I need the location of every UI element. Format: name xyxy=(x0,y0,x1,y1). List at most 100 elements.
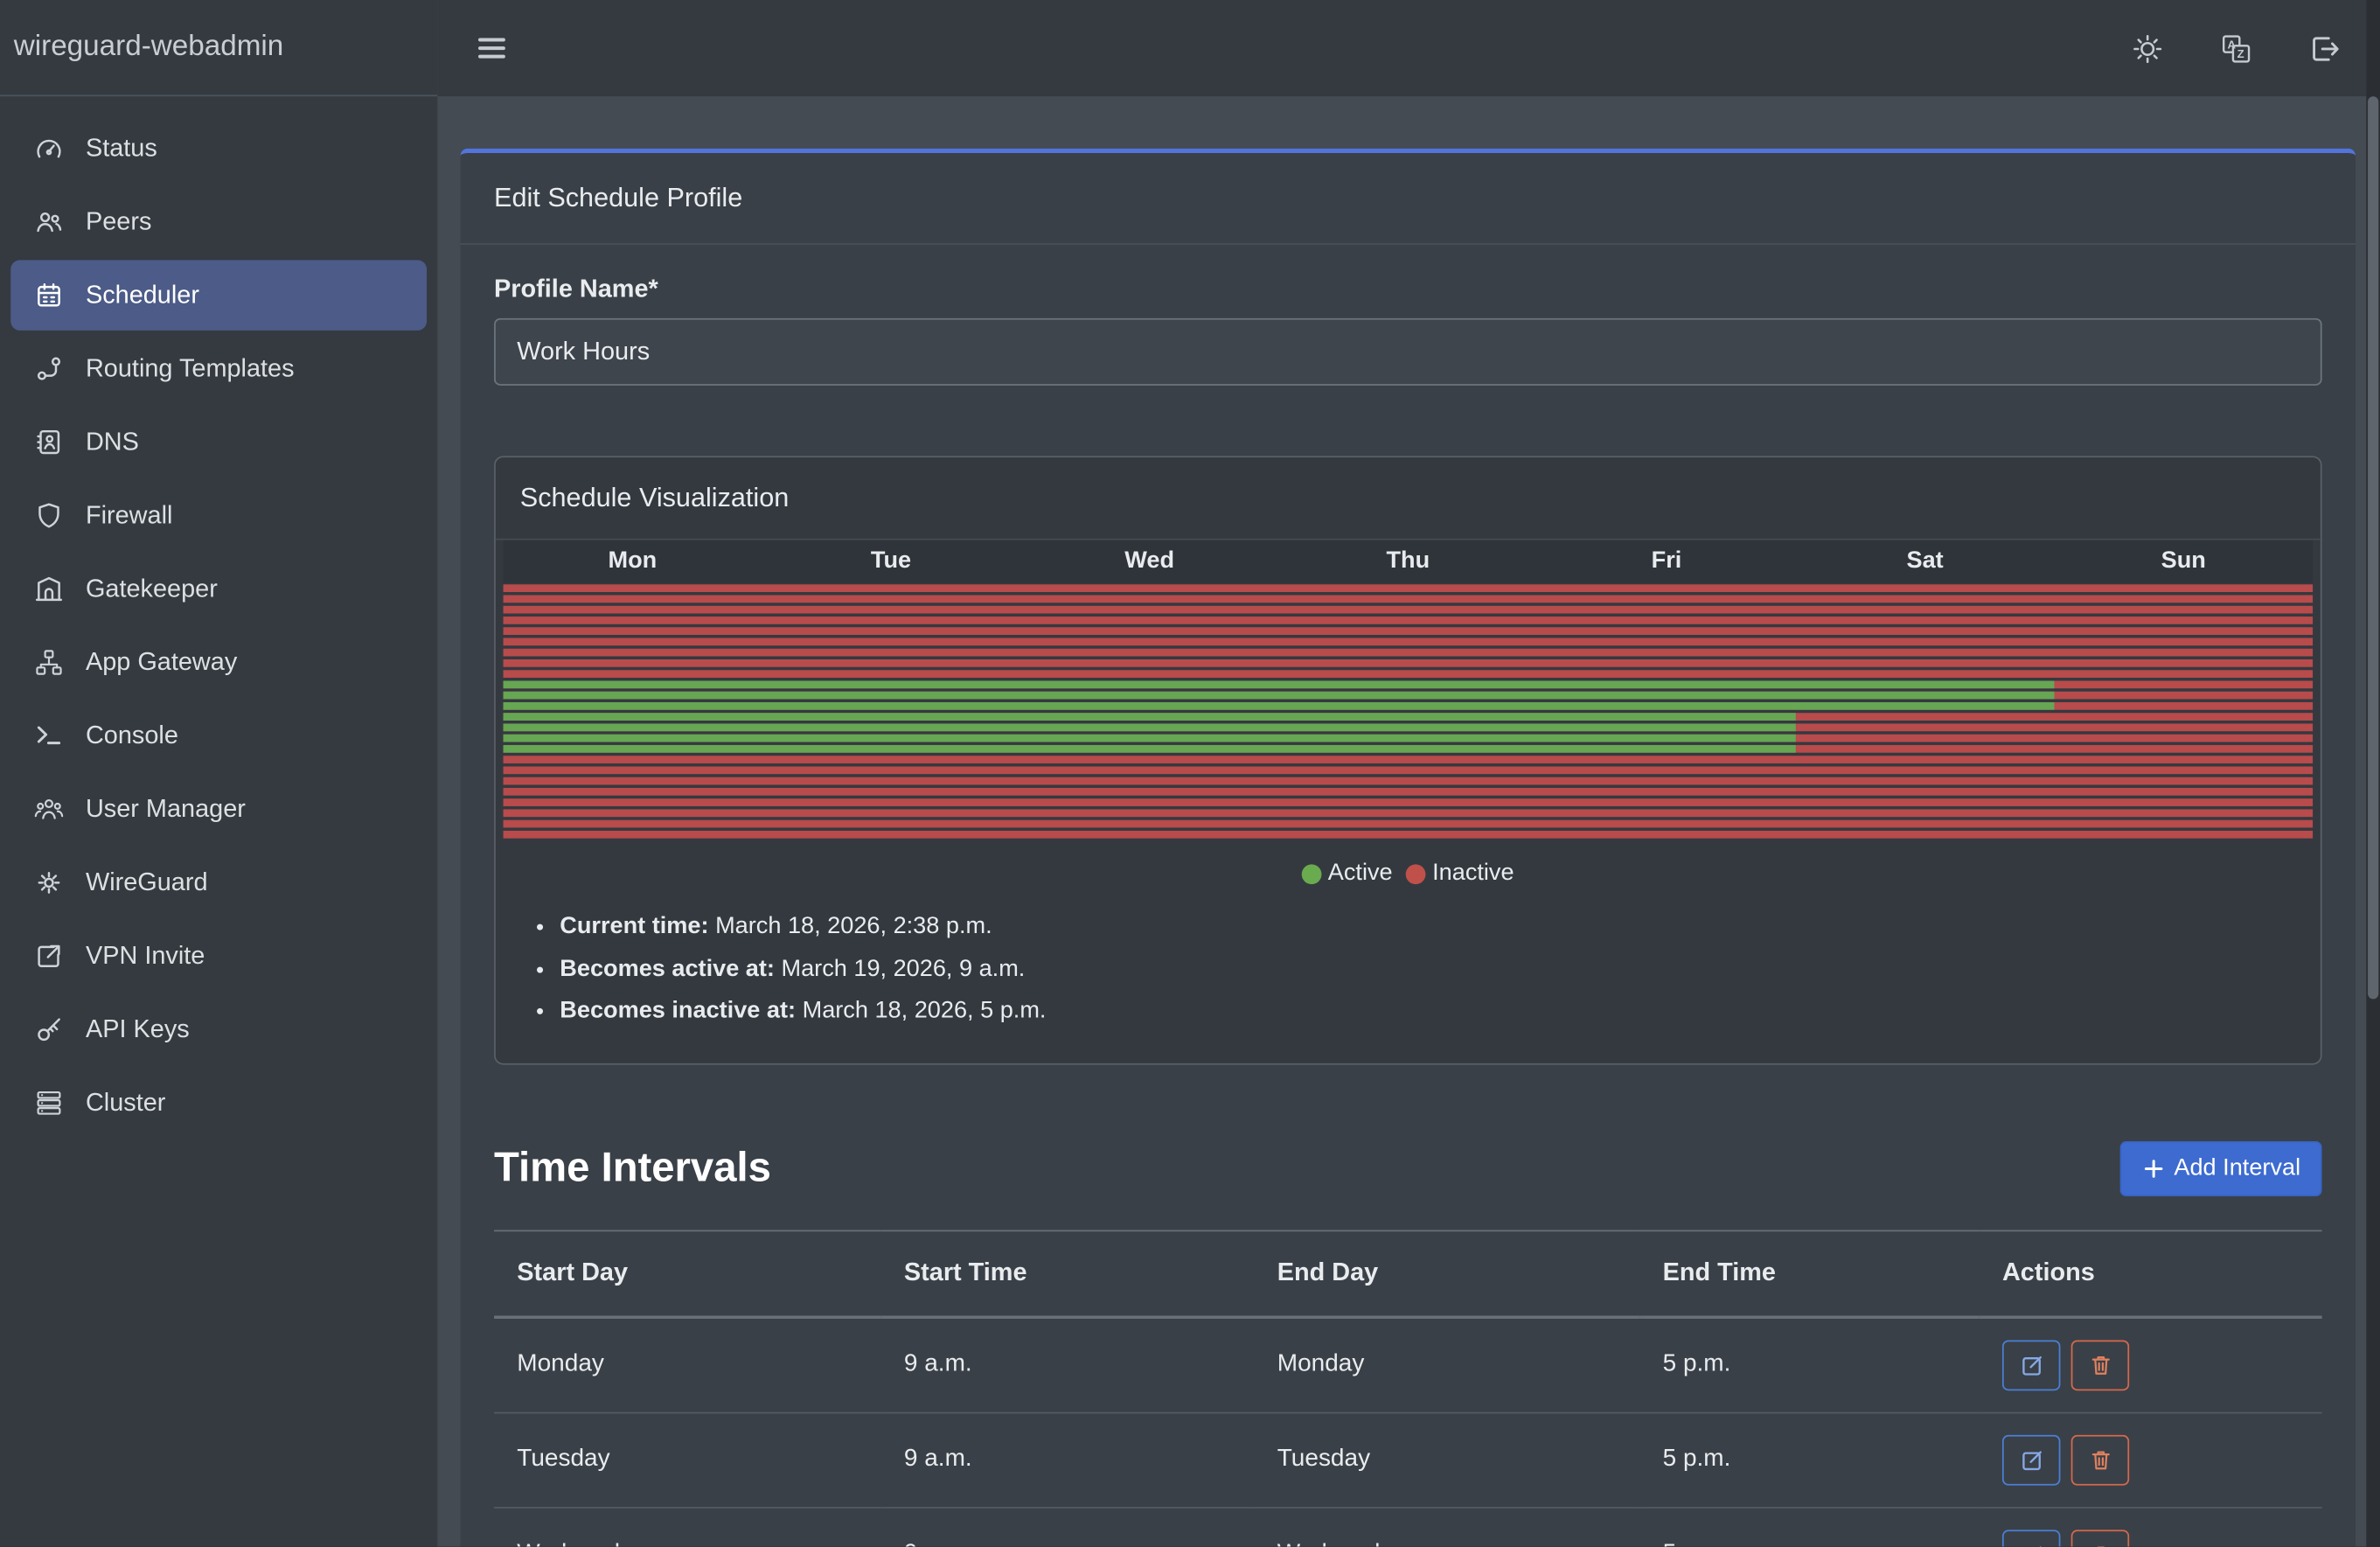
schedule-hour-row xyxy=(504,711,2314,721)
gear-icon xyxy=(32,866,66,899)
end-day-cell: Monday xyxy=(1255,1316,1640,1411)
sidebar-item-wireguard[interactable]: WireGuard xyxy=(10,847,427,917)
sidebar-item-scheduler[interactable]: Scheduler xyxy=(10,260,427,330)
key-icon xyxy=(32,1013,66,1046)
sidebar-item-label: WireGuard xyxy=(86,868,208,897)
sidebar-nav: Status Peers Scheduler Routing Templates DNS… xyxy=(0,96,437,1138)
gauge-icon xyxy=(32,131,66,164)
legend-dot-icon xyxy=(1302,864,1322,884)
sidebar-item-label: Scheduler xyxy=(86,281,199,310)
svg-text:A: A xyxy=(2228,37,2237,50)
schedule-hour-row xyxy=(504,583,2314,594)
sidebar-item-label: App Gateway xyxy=(86,648,237,677)
day-label: Fri xyxy=(1537,540,1796,583)
pencil-icon xyxy=(2018,1352,2044,1378)
theme-toggle[interactable] xyxy=(2131,31,2164,65)
edit-schedule-card: Edit Schedule Profile Profile Name* Sche… xyxy=(461,149,2356,1547)
address-book-icon xyxy=(32,425,66,458)
inactive-stripe xyxy=(504,584,2314,592)
legend-label: Active xyxy=(1328,860,1393,887)
schedule-hour-row xyxy=(504,658,2314,668)
interval-row: Tuesday9 a.m.Tuesday5 p.m. xyxy=(494,1412,2322,1507)
inactive-stripe xyxy=(504,809,2314,817)
inactive-stripe xyxy=(504,670,2314,678)
schedule-legend: Active Inactive xyxy=(496,841,2321,890)
end-time-cell: 5 p.m. xyxy=(1639,1507,1979,1546)
active-stripe xyxy=(504,723,1796,731)
inactive-stripe xyxy=(504,638,2314,645)
interval-row: Wednesday9 a.m.Wednesday5 p.m. xyxy=(494,1507,2322,1546)
day-label: Thu xyxy=(1278,540,1537,583)
topbar-actions: AZ xyxy=(2131,31,2342,65)
intervals-table-body: Monday9 a.m.Monday5 p.m.Tuesday9 a.m.Tue… xyxy=(494,1316,2322,1546)
scrollbar-thumb[interactable] xyxy=(2368,96,2378,999)
delete-interval-button[interactable] xyxy=(2071,1530,2129,1547)
gate-icon xyxy=(32,572,66,605)
schedule-hour-row xyxy=(504,733,2314,743)
sidebar-item-gatekeeper[interactable]: Gatekeeper xyxy=(10,554,427,624)
active-stripe xyxy=(504,702,2055,710)
schedule-hour-row xyxy=(504,679,2314,690)
start-time-cell: 9 a.m. xyxy=(881,1507,1255,1546)
brand: wireguard-webadmin xyxy=(0,0,437,96)
column-header: End Day xyxy=(1255,1230,1640,1317)
card-body: Profile Name* Schedule Visualization Mon… xyxy=(461,245,2356,1547)
schedule-hour-row xyxy=(504,819,2314,829)
schedule-hour-row xyxy=(504,722,2314,733)
inactive-stripe xyxy=(504,766,2314,774)
logout-icon xyxy=(2308,31,2342,65)
day-label: Tue xyxy=(762,540,1020,583)
sidebar-item-firewall[interactable]: Firewall xyxy=(10,480,427,550)
schedule-hour-row xyxy=(504,668,2314,679)
sidebar-item-app-gateway[interactable]: App Gateway xyxy=(10,627,427,697)
sidebar-item-cluster[interactable]: Cluster xyxy=(10,1068,427,1138)
language-switcher[interactable]: AZ xyxy=(2219,31,2252,65)
sidebar-item-peers[interactable]: Peers xyxy=(10,186,427,256)
start-day-cell: Wednesday xyxy=(494,1507,881,1546)
users-icon xyxy=(32,205,66,238)
inactive-stripe xyxy=(504,788,2314,796)
server-stack-icon xyxy=(32,1086,66,1119)
sidebar-item-label: Routing Templates xyxy=(86,354,295,383)
sidebar-item-label: Console xyxy=(86,721,178,750)
edit-interval-button[interactable] xyxy=(2002,1530,2060,1547)
inactive-stripe xyxy=(504,798,2314,806)
actions-cell xyxy=(1980,1507,2322,1546)
add-interval-button[interactable]: Add Interval xyxy=(2120,1140,2321,1195)
sidebar-item-label: Status xyxy=(86,134,157,163)
schedule-hour-row xyxy=(504,743,2314,754)
logout[interactable] xyxy=(2308,31,2342,65)
inactive-stripe xyxy=(504,756,2314,763)
sidebar-item-user-manager[interactable]: User Manager xyxy=(10,774,427,844)
start-time-cell: 9 a.m. xyxy=(881,1412,1255,1507)
profile-name-input[interactable] xyxy=(494,318,2322,386)
inactive-stripe xyxy=(504,596,2314,603)
edit-interval-button[interactable] xyxy=(2002,1434,2060,1485)
sidebar-item-dns[interactable]: DNS xyxy=(10,407,427,477)
schedule-visualization-title: Schedule Visualization xyxy=(496,457,2321,540)
sidebar-item-label: Cluster xyxy=(86,1089,165,1118)
sidebar-item-vpn-invite[interactable]: VPN Invite xyxy=(10,921,427,991)
sidebar-item-console[interactable]: Console xyxy=(10,700,427,770)
inactive-stripe xyxy=(504,777,2314,785)
sidebar-item-routing-templates[interactable]: Routing Templates xyxy=(10,333,427,403)
sidebar-item-api-keys[interactable]: API Keys xyxy=(10,994,427,1064)
sidebar-item-label: VPN Invite xyxy=(86,942,205,971)
inactive-stripe xyxy=(504,831,2314,839)
start-day-cell: Monday xyxy=(494,1316,881,1411)
end-day-cell: Wednesday xyxy=(1255,1507,1640,1546)
schedule-info-item: Becomes active at: March 19, 2026, 9 a.m… xyxy=(560,948,2296,990)
legend-label: Inactive xyxy=(1432,860,1514,887)
delete-interval-button[interactable] xyxy=(2071,1340,2129,1390)
sidebar-item-status[interactable]: Status xyxy=(10,113,427,183)
schedule-hour-row xyxy=(504,808,2314,819)
edit-interval-button[interactable] xyxy=(2002,1340,2060,1390)
column-header: Actions xyxy=(1980,1230,2322,1317)
day-label: Mon xyxy=(504,540,762,583)
sidebar-item-label: Gatekeeper xyxy=(86,575,218,603)
delete-interval-button[interactable] xyxy=(2071,1434,2129,1485)
schedule-hour-row xyxy=(504,797,2314,807)
sidebar: wireguard-webadmin Status Peers Scheduler R… xyxy=(0,0,437,1547)
menu-toggle-icon[interactable] xyxy=(474,31,509,66)
language-icon: AZ xyxy=(2219,31,2252,65)
